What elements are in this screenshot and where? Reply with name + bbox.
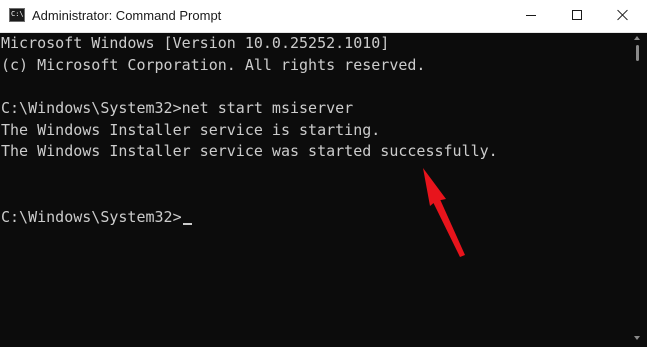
minimize-button[interactable] bbox=[508, 0, 554, 32]
maximize-button[interactable] bbox=[554, 0, 600, 32]
window-title: Administrator: Command Prompt bbox=[32, 8, 222, 23]
close-button[interactable] bbox=[600, 0, 646, 32]
title-bar[interactable]: C:\. Administrator: Command Prompt bbox=[0, 0, 647, 33]
console-prompt: C:\Windows\System32> bbox=[1, 207, 182, 226]
red-arrow-head bbox=[423, 168, 446, 206]
command-prompt-icon[interactable]: C:\. bbox=[9, 8, 28, 22]
console-line-copyright: (c) Microsoft Corporation. All rights re… bbox=[1, 55, 426, 74]
scroll-up-arrow-icon[interactable] bbox=[634, 36, 640, 40]
red-arrow-shaft bbox=[433, 197, 465, 257]
command-prompt-window: C:\. Administrator: Command Prompt Micro… bbox=[0, 0, 647, 347]
console-output[interactable]: Microsoft Windows [Version 10.0.25252.10… bbox=[0, 33, 630, 347]
minimize-icon bbox=[526, 15, 536, 16]
console-line-started: The Windows Installer service was starte… bbox=[1, 142, 498, 161]
close-icon bbox=[617, 9, 629, 21]
console-prompt-line[interactable]: C:\Windows\System32> bbox=[1, 207, 630, 229]
console-line-command: C:\Windows\System32>net start msiserver bbox=[1, 99, 354, 118]
scroll-thumb[interactable] bbox=[636, 45, 639, 61]
red-arrow-icon bbox=[423, 168, 465, 257]
vertical-scrollbar[interactable] bbox=[630, 33, 647, 347]
command-prompt-icon-text: C:\. bbox=[11, 10, 28, 18]
scroll-down-arrow-icon[interactable] bbox=[634, 336, 640, 340]
maximize-icon bbox=[572, 10, 582, 20]
console-line-starting: The Windows Installer service is startin… bbox=[1, 120, 381, 139]
console-line-version: Microsoft Windows [Version 10.0.25252.10… bbox=[1, 34, 390, 52]
text-cursor bbox=[182, 222, 192, 225]
